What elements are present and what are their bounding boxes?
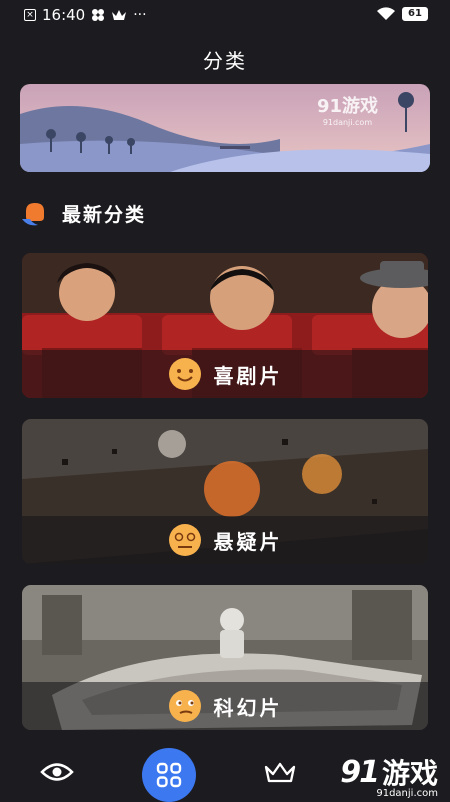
battery-icon: 61 — [402, 7, 428, 21]
dizzy-face-icon — [168, 524, 201, 556]
banner[interactable]: 91游戏 91danji.com — [20, 84, 430, 172]
category-label-suspense: 悬疑片 — [213, 529, 283, 554]
banner-brand: 91游戏 91danji.com — [317, 92, 378, 127]
section-label: 最新分类 — [62, 204, 147, 226]
status-bar: × 16:40 ··· 61 — [0, 0, 450, 30]
banner-brand-text: 91游戏 — [316, 96, 378, 117]
category-label-scifi: 科幻片 — [213, 695, 283, 720]
watermark: 91 游戏 91danji.com — [340, 752, 438, 800]
close-notification-icon: × — [24, 9, 36, 21]
category-strip: 悬疑片 — [22, 516, 428, 564]
category-strip: 科幻片 — [22, 682, 428, 730]
status-dots: ··· — [133, 7, 147, 23]
watermark-url: 91danji.com — [376, 788, 438, 799]
status-time: 16:40 — [42, 6, 86, 24]
category-icon — [22, 202, 44, 225]
nav-eye[interactable] — [35, 750, 79, 794]
eye-icon — [40, 763, 74, 781]
page-title: 分类 — [203, 49, 247, 73]
nav-vip[interactable] — [258, 750, 302, 794]
category-label-comedy: 喜剧片 — [213, 363, 283, 388]
fan-icon — [92, 9, 105, 21]
happy-face-icon — [168, 358, 201, 390]
grid-icon — [156, 762, 182, 788]
category-card-comedy[interactable]: 喜剧片 — [22, 253, 428, 398]
category-strip: 喜剧片 — [22, 350, 428, 398]
nav-category[interactable] — [142, 748, 196, 802]
smirk-face-icon — [168, 690, 201, 722]
banner-brand-url: 91danji.com — [322, 118, 373, 127]
watermark-num: 91 — [340, 754, 380, 790]
category-card-scifi[interactable]: 科幻片 — [22, 585, 428, 730]
category-card-suspense[interactable]: 悬疑片 — [22, 419, 428, 564]
watermark-text: 游戏 — [381, 757, 438, 790]
section-header: 最新分类 — [20, 200, 146, 227]
crown-status-icon — [112, 10, 127, 20]
crown-icon — [264, 762, 296, 783]
wifi-icon — [377, 7, 395, 21]
